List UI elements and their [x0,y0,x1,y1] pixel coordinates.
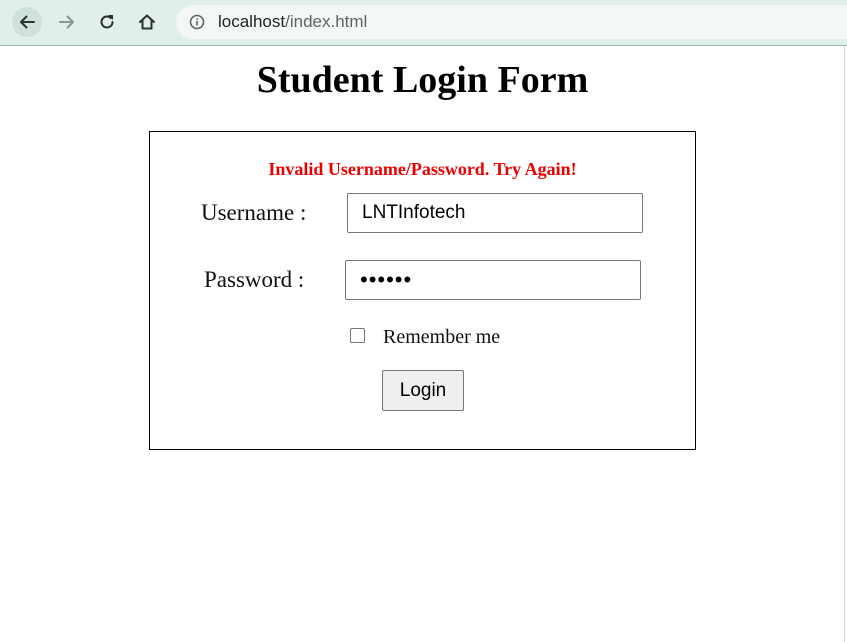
forward-button[interactable] [52,7,82,37]
reload-button[interactable] [92,7,122,37]
browser-toolbar: localhost/index.html [0,0,847,46]
info-icon[interactable] [189,14,205,30]
error-message: Invalid Username/Password. Try Again! [268,159,577,179]
home-button[interactable] [132,7,162,37]
username-input[interactable] [347,193,643,233]
address-bar[interactable]: localhost/index.html [176,5,847,39]
home-icon [139,14,155,30]
back-button[interactable] [12,7,42,37]
login-button[interactable]: Login [382,370,464,411]
password-input[interactable] [345,260,641,300]
page-title: Student Login Form [256,59,589,101]
reload-icon [100,15,114,29]
remember-me-checkbox[interactable] [350,328,365,343]
arrow-right-icon [59,15,74,29]
page-edge-divider [844,46,845,642]
url-text[interactable]: localhost/index.html [218,12,367,32]
url-host: localhost [218,12,286,31]
arrow-left-icon [20,15,35,29]
password-label: Password : [204,267,305,292]
username-label: Username : [201,200,307,225]
remember-me-label[interactable]: Remember me [383,325,500,349]
login-form-box: Invalid Username/Password. Try Again! Us… [149,131,696,450]
url-path: /index.html [285,12,368,31]
